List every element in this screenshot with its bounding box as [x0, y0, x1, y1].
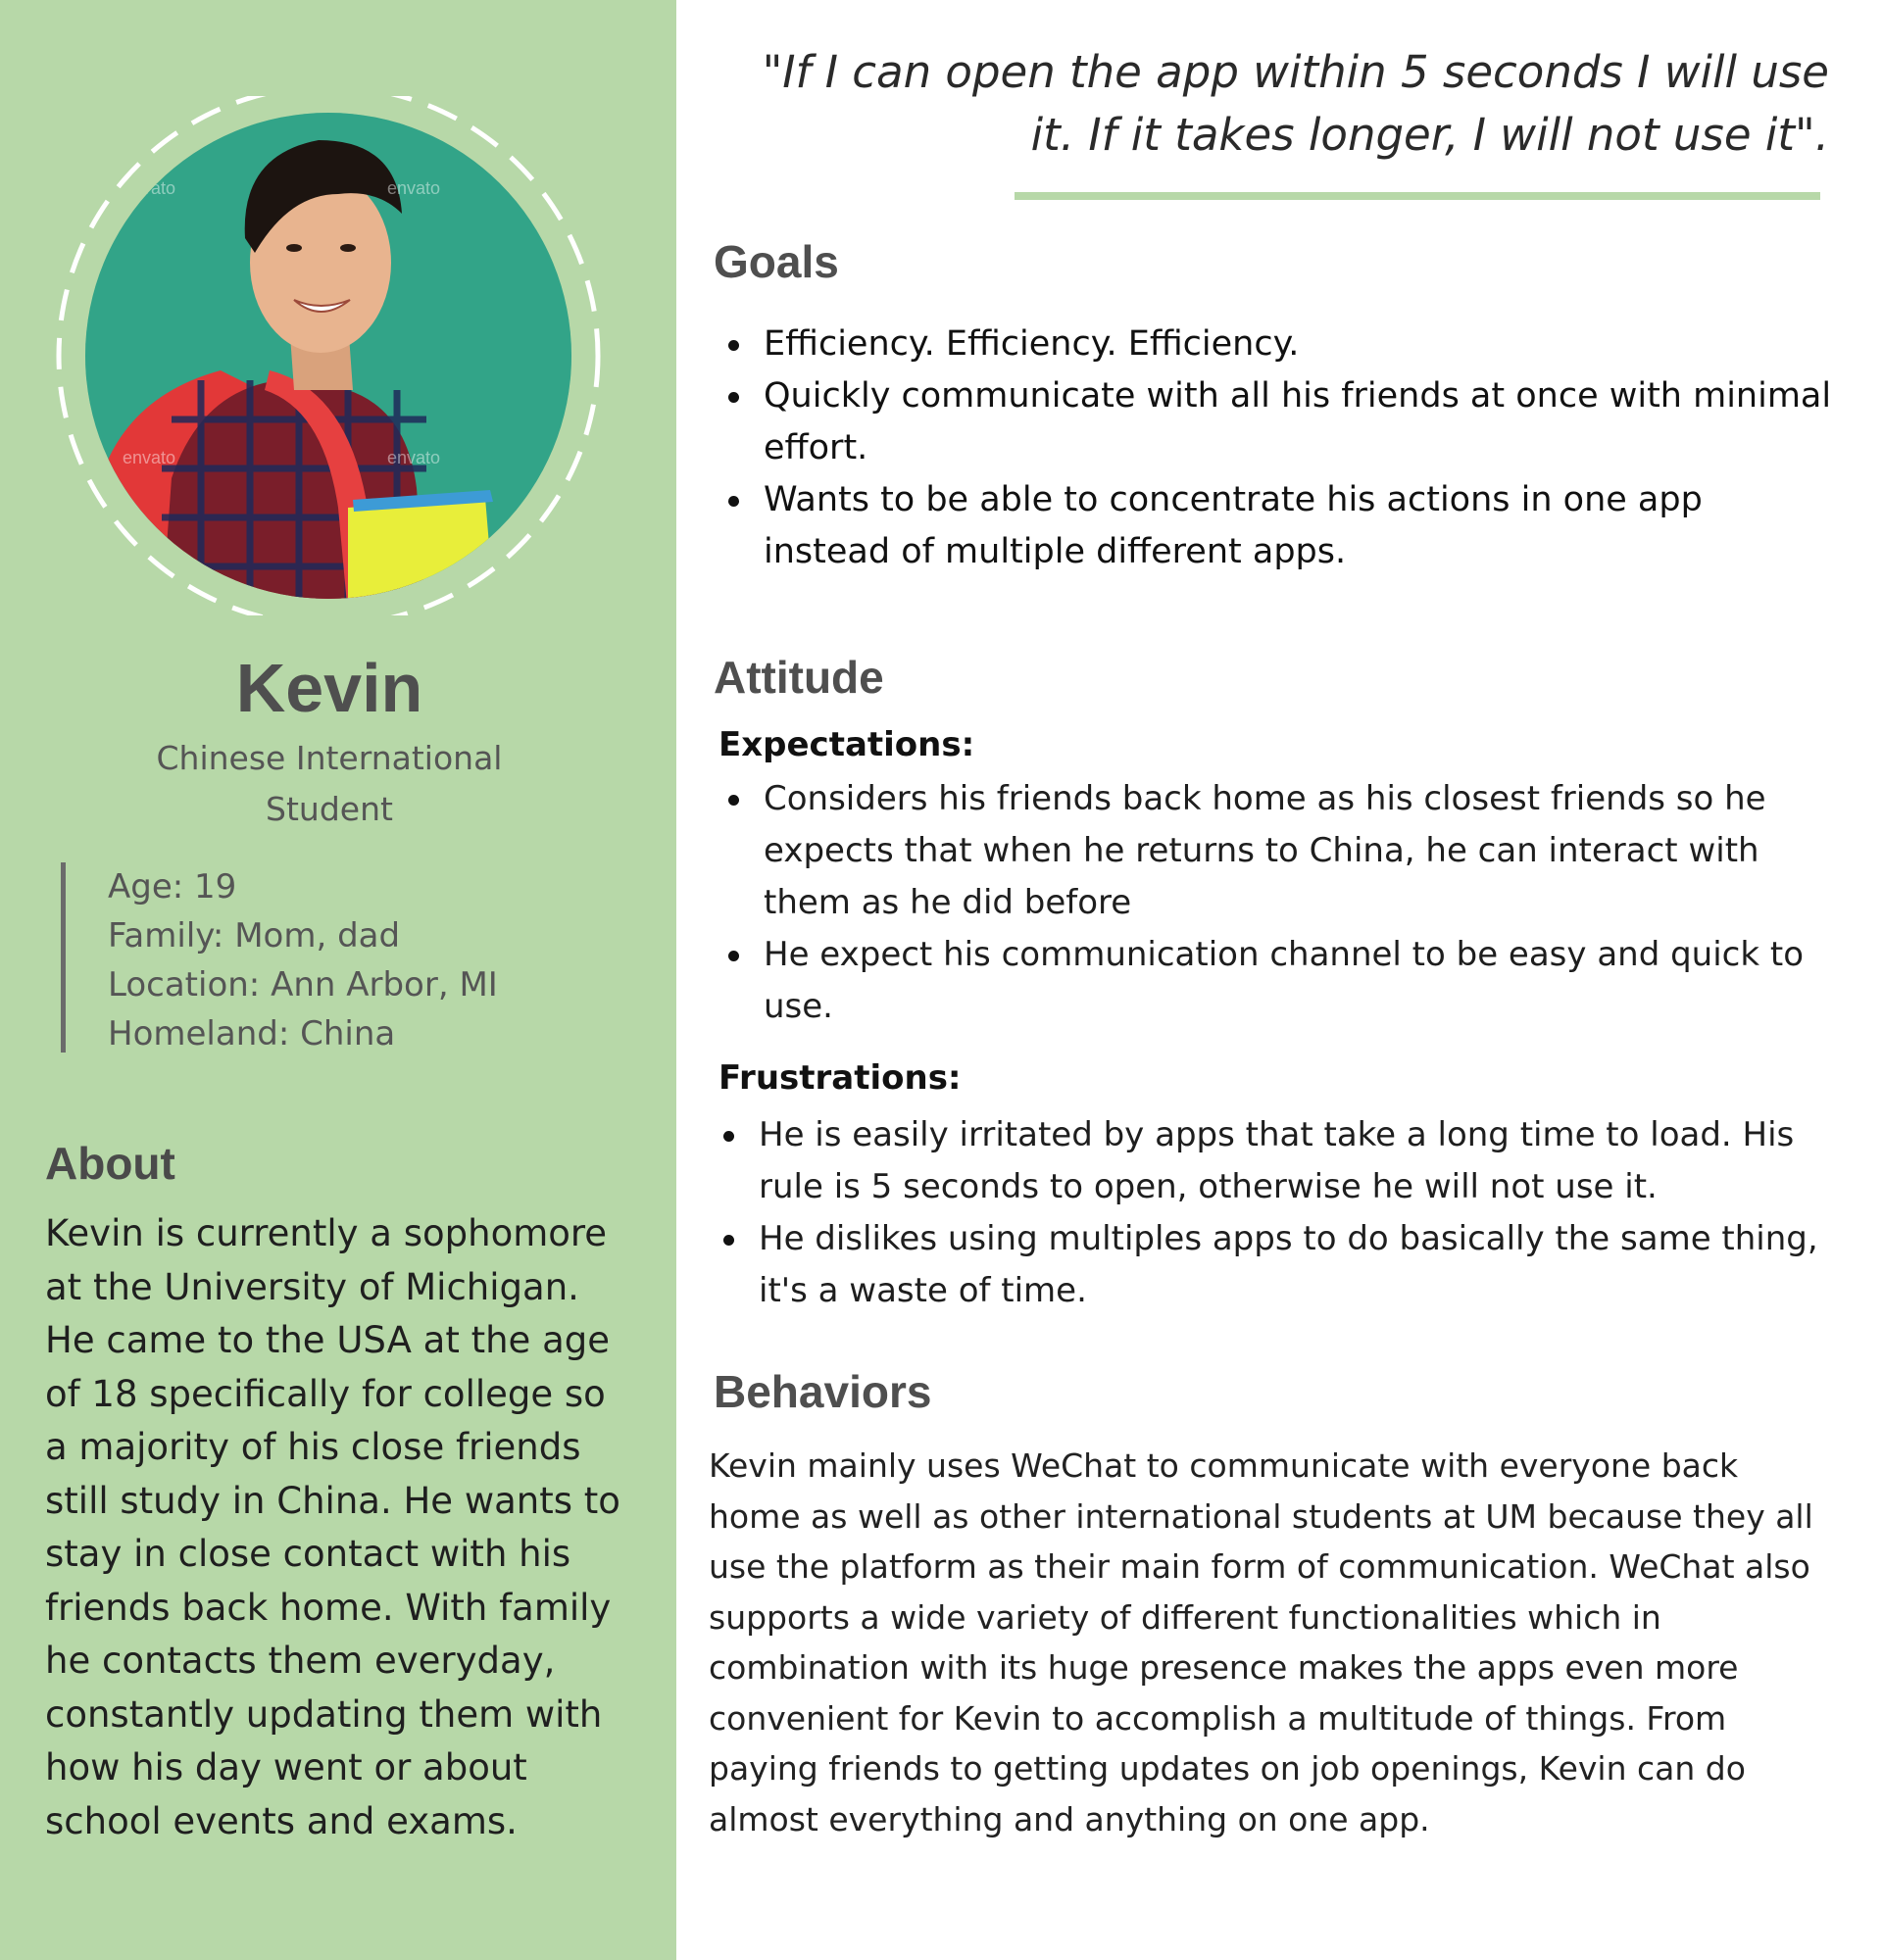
goals-heading: Goals	[714, 236, 839, 287]
frustrations-heading: Frustrations:	[718, 1058, 962, 1098]
behaviors-text: Kevin mainly uses WeChat to communicate …	[709, 1446, 1813, 1838]
fact-family: Family: Mom, dad	[108, 916, 401, 956]
watermark-text: envato	[123, 448, 175, 467]
goals-list: Efficiency. Efficiency. Efficiency. Quic…	[718, 318, 1836, 578]
list-item: Wants to be able to concentrate his acti…	[718, 474, 1836, 578]
watermark-text: envato	[387, 178, 440, 198]
watermark-text: envato	[123, 178, 175, 198]
list-item: Quickly communicate with all his friends…	[718, 370, 1836, 474]
expectations-list: Considers his friends back home as his c…	[718, 773, 1811, 1033]
about-heading: About	[45, 1138, 175, 1189]
profile-sidebar: envato envato envato envato Kevin Chines…	[0, 0, 676, 1960]
list-item: Considers his friends back home as his c…	[718, 773, 1811, 929]
persona-role: Chinese International Student	[156, 739, 503, 828]
persona-quote: "If I can open the app within 5 seconds …	[762, 46, 1829, 161]
fact-homeland: Homeland: China	[108, 1014, 396, 1054]
persona-photo: envato envato envato envato	[54, 96, 603, 615]
fact-location: Location: Ann Arbor, MI	[108, 965, 498, 1004]
list-item: He dislikes using multiples apps to do b…	[714, 1213, 1821, 1317]
list-item: He is easily irritated by apps that take…	[714, 1109, 1821, 1213]
persona-facts: Age: 19 Family: Mom, dad Location: Ann A…	[61, 862, 615, 1054]
frustrations-list: He is easily irritated by apps that take…	[714, 1109, 1821, 1317]
list-item: He expect his communication channel to b…	[718, 929, 1811, 1033]
watermark-text: envato	[387, 448, 440, 467]
expectations-heading: Expectations:	[718, 725, 975, 764]
fact-age: Age: 19	[108, 867, 237, 906]
list-item: Efficiency. Efficiency. Efficiency.	[718, 318, 1836, 370]
attitude-heading: Attitude	[714, 652, 884, 703]
persona-name: Kevin	[235, 650, 423, 726]
behaviors-heading: Behaviors	[714, 1366, 932, 1417]
about-text: Kevin is currently a sophomore at the Un…	[45, 1212, 620, 1842]
quote-divider	[1015, 192, 1820, 200]
